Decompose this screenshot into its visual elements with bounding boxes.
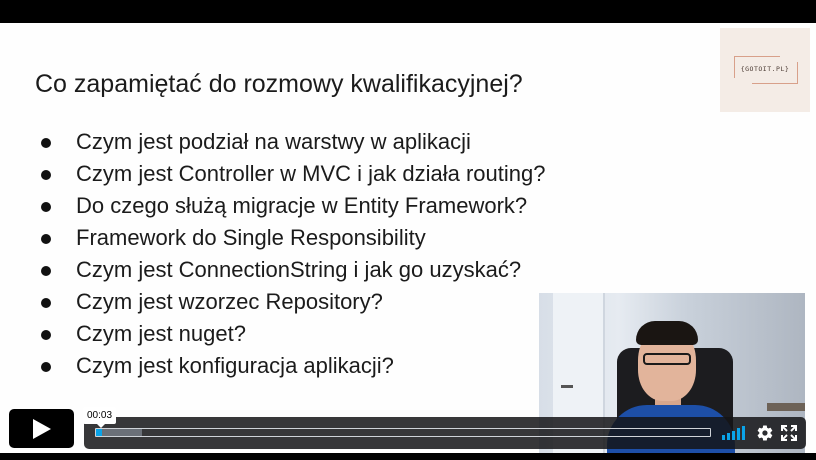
bullet-dot-icon	[41, 138, 51, 148]
bullet-dot-icon	[41, 362, 51, 372]
volume-icon[interactable]	[722, 426, 746, 440]
logo-text: {GOTOIT.PL}	[740, 65, 790, 73]
bullet-dot-icon	[41, 330, 51, 340]
fullscreen-icon[interactable]	[781, 425, 797, 441]
webcam-presenter-hair	[636, 321, 698, 345]
bullet-dot-icon	[41, 234, 51, 244]
bullet-dot-icon	[41, 202, 51, 212]
settings-gear-icon[interactable]	[756, 424, 774, 442]
webcam-presenter-glasses	[643, 353, 691, 365]
play-icon	[33, 419, 51, 439]
progress-buffered	[96, 429, 143, 436]
presentation-slide: Co zapamiętać do rozmowy kwalifikacyjnej…	[0, 23, 816, 453]
progress-bar[interactable]	[95, 428, 711, 437]
bullet-dot-icon	[41, 298, 51, 308]
current-time-tooltip: 00:03	[83, 407, 117, 428]
slide-title: Co zapamiętać do rozmowy kwalifikacyjnej…	[35, 70, 523, 98]
brand-logo: {GOTOIT.PL}	[720, 28, 810, 112]
control-bar	[84, 417, 806, 449]
video-player: Co zapamiętać do rozmowy kwalifikacyjnej…	[0, 0, 816, 460]
bullet-dot-icon	[41, 266, 51, 276]
play-button[interactable]	[9, 409, 74, 448]
progress-played	[96, 429, 103, 436]
player-controls: 00:03	[0, 404, 816, 454]
bullet-dot-icon	[41, 170, 51, 180]
webcam-door-handle	[561, 385, 573, 388]
